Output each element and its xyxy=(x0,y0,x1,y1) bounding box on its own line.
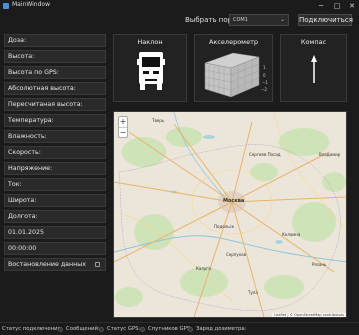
map-label-kaluga: Калуга xyxy=(196,266,211,271)
field-latitude: Широта: xyxy=(4,194,106,207)
zoom-in-button[interactable]: + xyxy=(119,117,127,127)
map-label-kolomna: Коломна xyxy=(282,232,301,237)
gps-satellites-label: Спутников GPS: xyxy=(148,326,192,332)
close-button[interactable]: ✕ xyxy=(346,0,358,12)
minimize-button[interactable]: ─ xyxy=(315,0,327,12)
date-field[interactable]: 01.01.2025 xyxy=(4,226,106,239)
connection-status-indicator xyxy=(58,327,63,332)
field-dose: Доза: xyxy=(4,34,106,47)
field-humidity: Влажность: xyxy=(4,130,106,143)
connection-status-label: Статус подключения: xyxy=(2,326,63,332)
maximize-button[interactable]: □ xyxy=(331,0,343,12)
accelerometer-panel: Акселерометр 1 0 −1 −2 xyxy=(194,34,273,102)
time-field[interactable]: 00:00:00 xyxy=(4,242,106,255)
gps-satellites-indicator xyxy=(188,327,193,332)
data-recovery-label: Востановление данных xyxy=(8,261,86,268)
dosimeter-battery-label: Заряд дозиметра: xyxy=(196,326,247,332)
field-recalculated-altitude: Пересчитаная высота: xyxy=(4,98,106,111)
accelerometer-cube-plot: 1 0 −1 −2 xyxy=(204,52,268,98)
chevron-down-icon: ⌄ xyxy=(279,16,285,23)
compass-panel: Компас xyxy=(280,34,347,102)
map-tiles xyxy=(114,112,346,317)
map-zoom-control: + − xyxy=(118,116,128,138)
gps-status-label: Статус GPS: xyxy=(107,326,141,332)
map-view[interactable]: Москва Калуга Тверь Тула Рязань Владимир… xyxy=(113,111,347,318)
field-gps-altitude: Высота по GPS: xyxy=(4,66,106,79)
connect-button[interactable]: Подключиться xyxy=(298,14,353,26)
map-attribution[interactable]: Leaflet | © OpenStreetMap contributors xyxy=(272,313,346,317)
port-select-value: COM1 xyxy=(233,17,248,23)
svg-text:1: 1 xyxy=(263,65,266,70)
truck-icon xyxy=(137,52,165,90)
gps-status-indicator xyxy=(140,327,145,332)
svg-text:0: 0 xyxy=(263,73,266,78)
field-current: Ток: xyxy=(4,178,106,191)
status-bar: Статус подключения: Сообщений: Статус GP… xyxy=(0,322,359,335)
svg-text:−1: −1 xyxy=(262,80,268,85)
map-label-ryazan: Рязань xyxy=(312,262,327,267)
compass-arrow-icon xyxy=(311,55,317,83)
title-bar: MainWindow ─ □ ✕ xyxy=(0,0,359,12)
field-speed: Скорость: xyxy=(4,146,106,159)
tilt-panel: Наклон xyxy=(113,34,187,102)
svg-text:−2: −2 xyxy=(261,87,267,92)
data-recovery-checkbox[interactable] xyxy=(95,262,100,267)
map-label-vladimir: Владимир xyxy=(319,152,341,157)
map-label-serpukhov: Серпухов xyxy=(226,252,246,257)
map-label-podolsk: Подольск xyxy=(214,224,235,229)
port-select[interactable]: COM1 ⌄ xyxy=(229,14,289,26)
field-absolute-altitude: Абсолютная высота: xyxy=(4,82,106,95)
map-label-tula: Тула xyxy=(248,290,258,295)
field-altitude: Высота: xyxy=(4,50,106,63)
map-label-moscow: Москва xyxy=(223,198,245,204)
messages-indicator xyxy=(99,327,104,332)
window-title: MainWindow xyxy=(12,1,50,8)
telemetry-fields: Доза: Высота: Высота по GPS: Абсолютная … xyxy=(4,34,106,274)
app-icon xyxy=(3,3,9,9)
field-longitude: Долгота: xyxy=(4,210,106,223)
data-recovery-row[interactable]: Востановление данных xyxy=(4,258,106,271)
messages-label: Сообщений: xyxy=(66,326,100,332)
field-temperature: Температура: xyxy=(4,114,106,127)
map-label-tver: Тверь xyxy=(152,118,165,123)
zoom-out-button[interactable]: − xyxy=(119,127,127,137)
field-voltage: Напряжение: xyxy=(4,162,106,175)
map-label-sergiev-posad: Сергиев Посад xyxy=(249,152,281,157)
